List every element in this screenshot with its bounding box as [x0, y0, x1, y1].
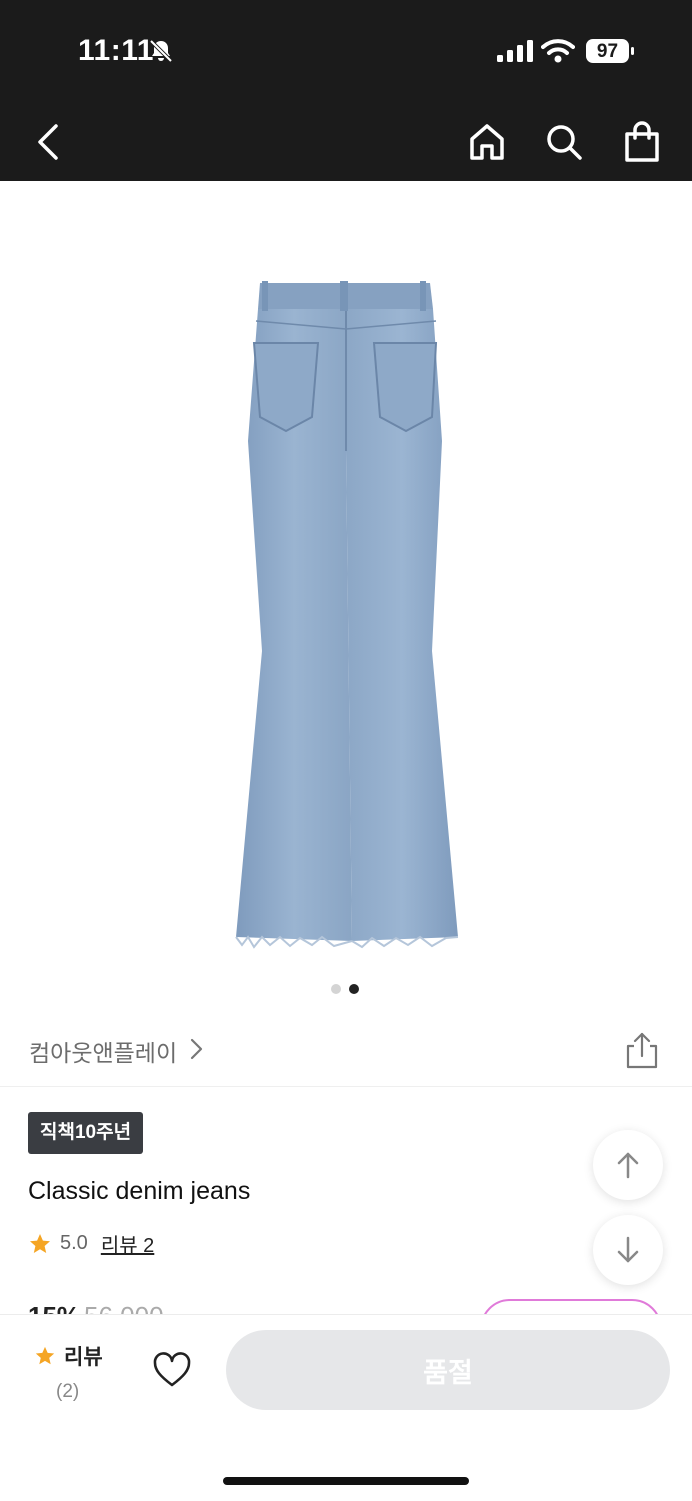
jeans-image [235, 281, 459, 949]
back-icon [38, 124, 58, 160]
share-button[interactable] [622, 1030, 662, 1070]
review-link[interactable]: 리뷰 2 [101, 1229, 154, 1258]
home-indicator [223, 1477, 469, 1485]
cart-icon [625, 121, 659, 162]
pagination-dot-active[interactable] [349, 984, 359, 994]
signal-icon [497, 40, 533, 62]
coupon-button[interactable] [480, 1299, 662, 1315]
cart-button[interactable] [618, 118, 666, 166]
brand-name[interactable]: 컴아웃앤플레이 [29, 1034, 177, 1068]
wifi-icon [541, 39, 575, 63]
promo-badge: 직책10주년 [28, 1112, 144, 1154]
bottom-review-button[interactable]: 리뷰 (2) [34, 1341, 114, 1403]
product-image[interactable] [0, 181, 692, 971]
star-icon [30, 1233, 50, 1253]
discount-rate: 15% [28, 1301, 80, 1315]
bottom-action-bar: 리뷰 (2) 품절 [0, 1314, 692, 1501]
battery-level: 97 [596, 41, 619, 62]
pagination-dot[interactable] [331, 984, 341, 994]
arrow-down-icon [617, 1236, 639, 1263]
star-icon [35, 1346, 55, 1365]
bell-off-icon [149, 39, 173, 63]
arrow-up-icon [617, 1152, 639, 1179]
home-button[interactable] [463, 118, 511, 166]
battery-indicator: 97 [585, 38, 635, 64]
price-row: 15% 56,000 [28, 1299, 668, 1315]
image-pagination [331, 984, 359, 994]
original-price: 56,000 [84, 1301, 164, 1315]
brand-row[interactable]: 컴아웃앤플레이 [0, 1020, 692, 1087]
rating-value: 5.0 [60, 1232, 88, 1254]
back-button[interactable] [25, 118, 73, 166]
wishlist-button[interactable] [150, 1348, 194, 1392]
share-icon [626, 1032, 658, 1069]
home-icon [470, 124, 504, 160]
heart-icon [153, 1352, 191, 1387]
bottom-review-count: (2) [56, 1381, 80, 1402]
product-title: Classic denim jeans [28, 1177, 251, 1205]
soldout-button[interactable]: 품절 [226, 1330, 670, 1410]
scroll-top-button[interactable] [593, 1130, 663, 1200]
top-bar: 11:11 97 [0, 0, 692, 181]
search-button[interactable] [540, 118, 588, 166]
chevron-right-icon [190, 1038, 203, 1060]
rating-row: 5.0 리뷰 2 [28, 1229, 154, 1258]
status-time: 11:11 [78, 34, 154, 67]
bottom-review-label: 리뷰 [64, 1346, 103, 1369]
scroll-bottom-button[interactable] [593, 1215, 663, 1285]
search-icon [547, 125, 582, 160]
